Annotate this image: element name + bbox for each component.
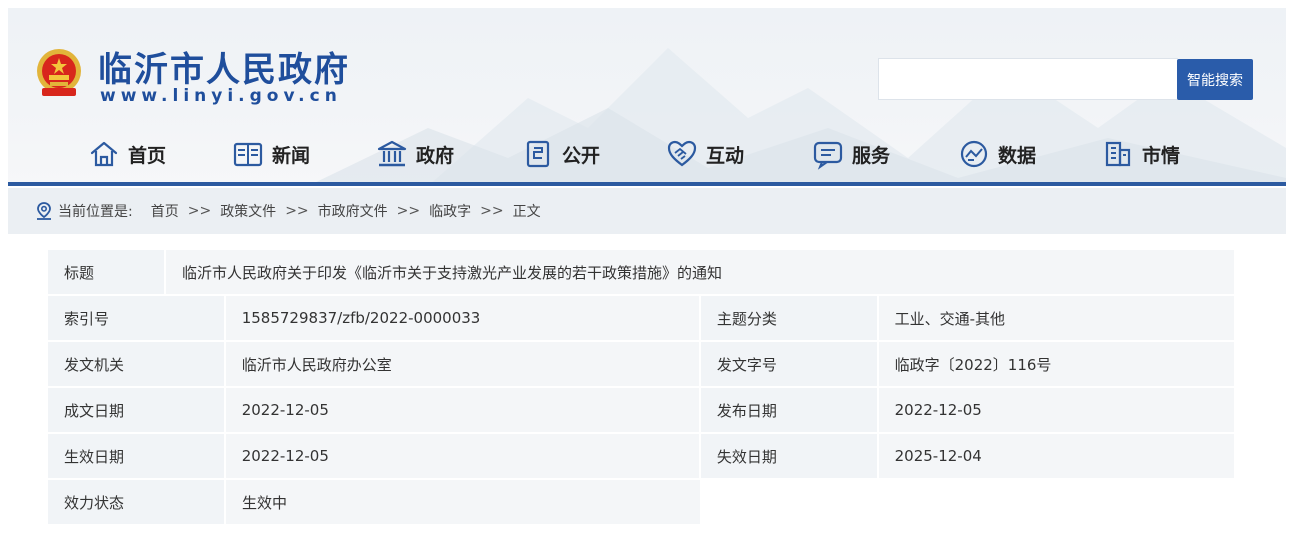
effective-date-label: 生效日期 [48,434,224,478]
building-icon [1105,141,1131,167]
nav-item-open[interactable]: 公开 [522,134,600,174]
nav-label: 市情 [1142,144,1181,167]
topic-category-value: 工业、交通-其他 [878,296,1235,340]
home-icon [90,141,118,167]
effective-date-value: 2022-12-05 [225,434,699,478]
written-date-value: 2022-12-05 [225,388,699,432]
main-nav: 首页 新闻 政府 公开 互动 服务 数据 市情 [8,134,1286,178]
validity-status-label: 效力状态 [48,480,224,524]
breadcrumb-separator: >> [396,203,421,219]
breadcrumb: 当前位置是: 首页 >> 政策文件 >> 市政府文件 >> 临政字 >> 正文 [8,188,1286,234]
info-row: 生效日期 2022-12-05 失效日期 2025-12-04 [48,434,1235,480]
nav-item-news[interactable]: 新闻 [232,134,310,174]
breadcrumb-current: 正文 [512,204,541,220]
breadcrumb-separator: >> [480,203,504,219]
service-icon [813,141,843,170]
search-input[interactable] [878,58,1178,100]
location-pin-icon [37,202,51,220]
issuing-authority-label: 发文机关 [48,342,224,386]
document-number-label: 发文字号 [700,342,877,386]
publish-date-value: 2022-12-05 [878,388,1235,432]
index-number-label: 索引号 [48,296,224,340]
data-icon [960,140,988,168]
breadcrumb-separator: >> [285,203,309,219]
topic-category-label: 主题分类 [700,296,877,340]
nav-item-data[interactable]: 数据 [958,134,1036,174]
title-value: 临沂市人民政府关于印发《临沂市关于支持激光产业发展的若干政策措施》的通知 [166,250,1234,294]
expiry-date-label: 失效日期 [700,434,877,478]
document-number-value: 临政字〔2022〕116号 [878,342,1235,386]
nav-item-government[interactable]: 政府 [376,134,454,174]
expiry-date-value: 2025-12-04 [878,434,1235,478]
document-icon [526,140,550,168]
breadcrumb-policy-files[interactable]: 政策文件 [220,201,276,221]
smart-search-button[interactable]: 智能搜索 [1177,59,1253,100]
site-title[interactable]: 临沂市人民政府 [98,42,350,91]
nav-label: 新闻 [272,144,311,167]
status-row: 效力状态 生效中 [48,480,1234,526]
breadcrumb-separator: >> [187,203,212,219]
title-label: 标题 [48,250,164,294]
breadcrumb-city-files[interactable]: 市政府文件 [318,201,388,221]
document-info-table: 标题 临沂市人民政府关于印发《临沂市关于支持激光产业发展的若干政策措施》的通知 … [48,250,1235,526]
breadcrumb-prefix: 当前位置是: [58,204,133,220]
validity-status-value: 生效中 [226,480,700,524]
handshake-icon [667,140,697,167]
site-header: 临沂市人民政府 www.linyi.gov.cn 智能搜索 首页 新闻 政府 公… [8,8,1286,186]
nav-item-home[interactable]: 首页 [88,134,166,174]
nav-item-interaction[interactable]: 互动 [666,134,744,174]
nav-label: 数据 [998,144,1037,167]
written-date-label: 成文日期 [48,388,224,432]
nav-label: 公开 [562,144,601,167]
info-row: 发文机关 临沂市人民政府办公室 发文字号 临政字〔2022〕116号 [48,342,1235,388]
nav-item-service[interactable]: 服务 [812,134,890,174]
nav-label: 政府 [416,144,455,167]
nav-item-city-info[interactable]: 市情 [1102,134,1180,174]
info-row: 索引号 1585729837/zfb/2022-0000033 主题分类 工业、… [48,296,1235,342]
publish-date-label: 发布日期 [700,388,877,432]
breadcrumb-linzhengzi[interactable]: 临政字 [429,201,471,221]
government-icon [377,140,407,167]
index-number-value: 1585729837/zfb/2022-0000033 [225,296,699,340]
nav-label: 互动 [706,144,745,167]
site-domain: www.linyi.gov.cn [100,86,342,106]
info-row: 成文日期 2022-12-05 发布日期 2022-12-05 [48,388,1235,434]
nav-divider-bar [8,182,1286,186]
issuing-authority-value: 临沂市人民政府办公室 [225,342,699,386]
title-row: 标题 临沂市人民政府关于印发《临沂市关于支持激光产业发展的若干政策措施》的通知 [48,250,1234,296]
breadcrumb-home[interactable]: 首页 [151,201,179,221]
nav-label: 服务 [852,144,891,167]
nav-label: 首页 [128,144,167,167]
news-icon [233,142,263,167]
national-emblem-icon [37,49,81,96]
